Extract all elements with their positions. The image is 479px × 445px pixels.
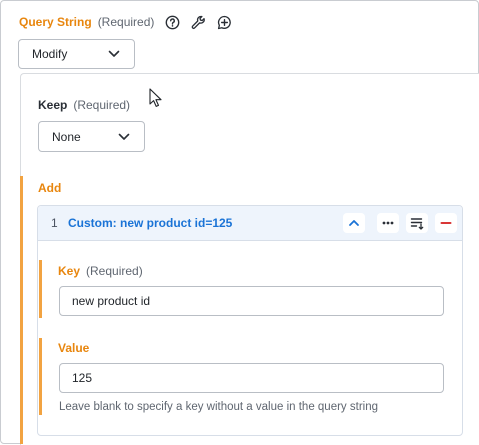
key-input-value: new product id: [72, 294, 151, 308]
wrench-icon[interactable]: [190, 14, 206, 30]
value-input[interactable]: 125: [59, 363, 444, 393]
add-section-accent-bar: [20, 176, 23, 444]
query-string-mode-select[interactable]: Modify: [18, 39, 135, 69]
select-value: None: [52, 129, 81, 144]
keep-field-label: Keep (Required): [38, 98, 130, 112]
add-section-label: Add: [38, 181, 62, 195]
chevron-down-icon: [118, 133, 130, 140]
item-index: 1: [51, 216, 58, 230]
key-input[interactable]: new product id: [59, 286, 444, 316]
key-field-accent-bar: [39, 260, 42, 318]
query-string-label: Query String: [19, 15, 92, 29]
reorder-button[interactable]: [406, 213, 428, 233]
required-label: (Required): [73, 98, 131, 112]
help-icon[interactable]: [164, 14, 180, 30]
required-label: (Required): [86, 264, 143, 278]
value-hint-text: Leave blank to specify a key without a v…: [59, 401, 378, 413]
remove-button[interactable]: [435, 213, 457, 233]
value-label: Value: [58, 341, 90, 355]
chevron-up-icon: [349, 220, 359, 226]
key-field-label: Key (Required): [58, 264, 143, 278]
keep-select[interactable]: None: [38, 121, 145, 152]
value-field-accent-bar: [39, 338, 42, 415]
value-field-label: Value: [58, 341, 89, 355]
chevron-down-icon: [108, 50, 120, 57]
value-input-value: 125: [72, 371, 93, 385]
sort-list-icon: [410, 218, 424, 230]
more-horizontal-icon: [382, 221, 394, 225]
minus-icon: [440, 222, 452, 224]
collapse-button[interactable]: [343, 213, 365, 233]
key-label: Key: [58, 264, 81, 278]
select-value: Modify: [32, 47, 68, 61]
required-label: (Required): [97, 15, 155, 29]
query-string-header: Query String (Required): [19, 14, 232, 30]
add-comment-icon[interactable]: [216, 14, 232, 30]
add-item-header[interactable]: 1 Custom: new product id=125: [38, 206, 462, 241]
keep-label: Keep: [38, 98, 68, 112]
more-options-button[interactable]: [377, 213, 399, 233]
item-title[interactable]: Custom: new product id=125: [68, 216, 232, 230]
mouse-cursor-icon: [149, 88, 162, 107]
